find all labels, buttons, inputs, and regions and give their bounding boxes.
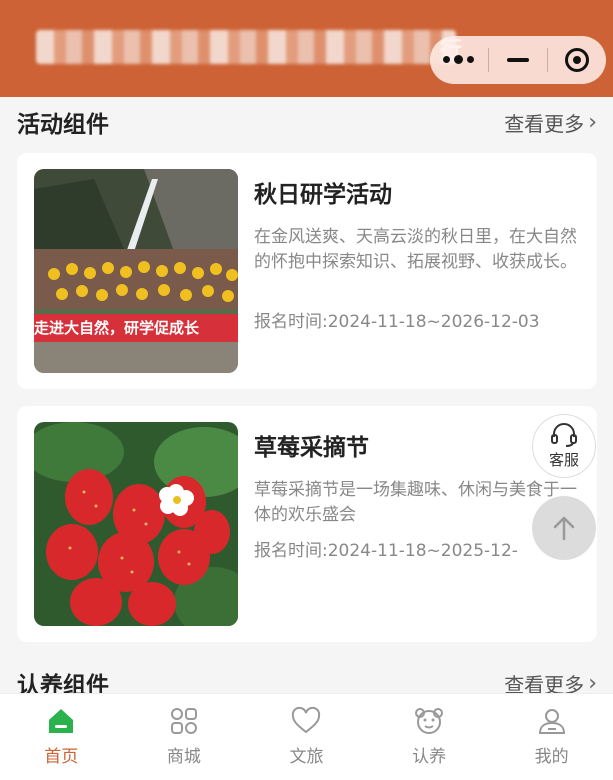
activity-section-header: 活动组件 查看更多 › <box>17 104 597 140</box>
tab-label: 文旅 <box>289 747 324 767</box>
view-more-link[interactable]: 查看更多 › <box>504 108 597 137</box>
activity-image: 走进大自然，研学促成长 <box>34 169 238 373</box>
miniapp-capsule <box>430 36 606 84</box>
activity-card[interactable]: 草莓采摘节 草莓采摘节是一场集趣味、休闲与美食于一体的欢乐盛会 报名时间:202… <box>17 406 597 642</box>
user-icon <box>538 709 565 734</box>
card-title: 草莓采摘节 <box>254 435 369 461</box>
tab-culture-travel[interactable]: 文旅 <box>245 694 368 780</box>
tab-adopt[interactable]: 认养 <box>368 694 491 780</box>
bear-icon <box>415 708 444 734</box>
service-label: 客服 <box>548 451 579 469</box>
tab-label: 认养 <box>412 747 447 767</box>
capsule-divider <box>547 48 549 72</box>
headset-icon <box>551 423 577 447</box>
card-date: 报名时间:2024-11-18~2026-12-03 <box>254 312 540 332</box>
view-more-label: 查看更多 <box>504 111 585 136</box>
minimize-button[interactable] <box>490 36 546 84</box>
banner-text: 走进大自然，研学促成长 <box>34 319 200 337</box>
arrow-up-icon <box>553 516 575 541</box>
tab-label: 商城 <box>166 747 201 767</box>
capsule-divider <box>487 48 489 72</box>
more-dots-icon <box>443 55 475 64</box>
close-button[interactable] <box>549 36 605 84</box>
target-icon <box>565 48 590 72</box>
bottom-tab-bar: 首页 商城 文旅 认养 我的 <box>0 693 613 780</box>
tab-mall[interactable]: 商城 <box>123 694 246 780</box>
home-icon <box>49 709 74 733</box>
more-button[interactable] <box>431 36 487 84</box>
grid-icon <box>170 708 197 734</box>
tab-label: 首页 <box>44 747 79 767</box>
chevron-right-icon: › <box>588 670 597 696</box>
minus-icon <box>506 58 529 62</box>
activity-image <box>34 422 238 626</box>
card-description: 在金风送爽、天高云淡的秋日里，在大自然的怀抱中探索知识、拓展视野、收获成长。 <box>254 227 577 272</box>
chevron-right-icon: › <box>588 109 597 135</box>
card-title: 秋日研学活动 <box>254 182 392 208</box>
blurred-title <box>36 30 456 64</box>
tab-mine[interactable]: 我的 <box>490 694 613 780</box>
section-title: 活动组件 <box>17 112 109 138</box>
back-to-top-button[interactable] <box>532 496 596 560</box>
customer-service-button[interactable]: 客服 <box>532 414 596 478</box>
tab-label: 我的 <box>534 747 569 767</box>
card-date: 报名时间:2024-11-18~2025-12- <box>254 541 518 561</box>
activity-card[interactable]: 走进大自然，研学促成长 秋日研学活动 在金风送爽、天高云淡的秋日里，在大自然的怀… <box>17 153 597 389</box>
tab-home[interactable]: 首页 <box>0 694 123 780</box>
heart-icon <box>292 706 321 734</box>
top-header: 行 <box>0 0 613 97</box>
